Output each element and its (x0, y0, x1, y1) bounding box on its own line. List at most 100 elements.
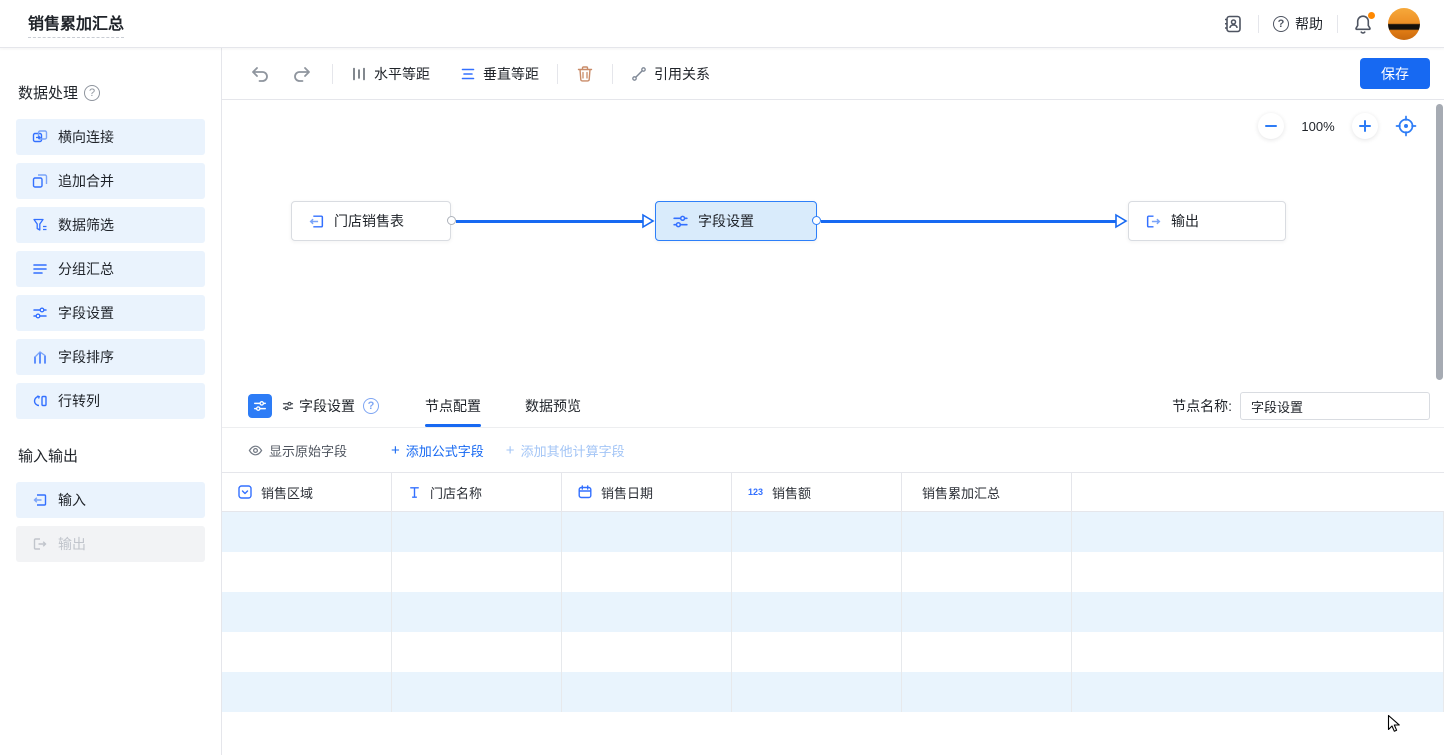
sidebar-item-append-merge[interactable]: 追加合并 (16, 163, 205, 199)
sidebar-item-join-horizontal[interactable]: 横向连接 (16, 119, 205, 155)
sidebar-item-input[interactable]: 输入 (16, 482, 205, 518)
cell (902, 632, 1072, 672)
table-row[interactable] (222, 512, 1444, 552)
field-table: 销售区域 门店名称 销售日期 123 销售额 销售累加汇总 (222, 472, 1444, 712)
node-type-text: 字段设置 (299, 396, 355, 416)
edge-arrowhead (641, 213, 655, 229)
cell (732, 672, 902, 712)
node-label: 输出 (1171, 211, 1199, 231)
section-title: 数据处理 (18, 82, 78, 103)
field-settings-icon (672, 213, 689, 230)
horizontal-spacing-button[interactable]: 水平等距 (351, 64, 430, 84)
node-name-field: 节点名称: (1172, 392, 1430, 420)
output-icon (32, 536, 48, 552)
cell (1072, 592, 1444, 632)
undo-button[interactable] (248, 63, 270, 85)
field-settings-icon (32, 305, 48, 321)
main-area: 水平等距 垂直等距 引用关系 保存 100% (222, 48, 1444, 755)
tab-data-preview[interactable]: 数据预览 (525, 385, 581, 427)
sidebar: 数据处理 ? 横向连接 追加合并 数据筛选 分组汇总 字段设置 字段排序 (0, 48, 222, 755)
zoom-in-button[interactable] (1352, 113, 1378, 139)
cell (392, 552, 562, 592)
input-icon (32, 492, 48, 508)
vertical-spacing-button[interactable]: 垂直等距 (460, 64, 539, 84)
help-button[interactable]: ? 帮助 (1273, 14, 1323, 34)
node-output[interactable]: 输出 (1128, 201, 1286, 241)
horizontal-spacing-label: 水平等距 (374, 64, 430, 84)
show-original-fields-button[interactable]: 显示原始字段 (248, 441, 347, 460)
input-icon (308, 213, 325, 230)
table-row[interactable] (222, 632, 1444, 672)
sidebar-item-field-sort[interactable]: 字段排序 (16, 339, 205, 375)
add-formula-field-button[interactable]: + 添加公式字段 (391, 441, 484, 460)
text-type-icon (408, 486, 421, 499)
delete-node-button[interactable] (576, 65, 594, 83)
sidebar-section-data-processing: 数据处理 ? (18, 82, 205, 103)
divider (332, 64, 333, 84)
sidebar-item-row-to-column[interactable]: 行转列 (16, 383, 205, 419)
eye-icon (248, 443, 263, 458)
reference-relation-button[interactable]: 引用关系 (631, 64, 710, 84)
cell (392, 592, 562, 632)
node-type-label: 字段设置 (282, 396, 355, 416)
zoom-out-button[interactable] (1258, 113, 1284, 139)
flow-canvas[interactable]: 100% 门店销售表 (222, 100, 1444, 385)
group-summary-icon (32, 261, 48, 277)
column-header-sales-amount[interactable]: 123 销售额 (732, 473, 902, 511)
top-bar: 销售累加汇总 ? 帮助 (0, 0, 1444, 48)
node-input-table[interactable]: 门店销售表 (291, 201, 451, 241)
field-settings-mini-icon (282, 400, 294, 412)
cell (562, 552, 732, 592)
append-merge-icon (32, 173, 48, 189)
sidebar-item-label: 横向连接 (58, 127, 114, 147)
canvas-vertical-scrollbar[interactable] (1436, 104, 1443, 380)
cell (222, 592, 392, 632)
page-title[interactable]: 销售累加汇总 (28, 10, 124, 38)
node-panel-header: 字段设置 ? 节点配置 数据预览 节点名称: (222, 385, 1444, 428)
field-table-header: 销售区域 门店名称 销售日期 123 销售额 销售累加汇总 (222, 472, 1444, 512)
node-output-port[interactable] (812, 216, 821, 225)
sidebar-item-label: 字段排序 (58, 347, 114, 367)
sidebar-item-group-summary[interactable]: 分组汇总 (16, 251, 205, 287)
add-formula-field-label: 添加公式字段 (406, 441, 484, 460)
divider (1337, 15, 1338, 33)
sidebar-item-filter[interactable]: 数据筛选 (16, 207, 205, 243)
field-actions-row: 显示原始字段 + 添加公式字段 + 添加其他计算字段 (222, 428, 1444, 472)
column-header-empty (1072, 473, 1444, 511)
column-label: 销售区域 (261, 483, 313, 502)
table-row[interactable] (222, 592, 1444, 632)
table-row[interactable] (222, 552, 1444, 592)
cell (222, 632, 392, 672)
notification-bell-icon[interactable] (1352, 13, 1374, 35)
redo-button[interactable] (292, 63, 314, 85)
filter-icon (32, 217, 48, 233)
sidebar-item-label: 数据筛选 (58, 215, 114, 235)
tab-node-config[interactable]: 节点配置 (425, 385, 481, 427)
user-avatar[interactable] (1388, 8, 1420, 40)
cell (1072, 552, 1444, 592)
sidebar-item-field-settings[interactable]: 字段设置 (16, 295, 205, 331)
column-header-sales-cumulative[interactable]: 销售累加汇总 (902, 473, 1072, 511)
fit-view-button[interactable] (1394, 114, 1418, 138)
vertical-spacing-label: 垂直等距 (483, 64, 539, 84)
reference-relation-icon (631, 66, 647, 82)
cell (562, 632, 732, 672)
cell (392, 632, 562, 672)
cell (732, 632, 902, 672)
horizontal-spacing-icon (351, 66, 367, 82)
reference-relation-label: 引用关系 (654, 64, 710, 84)
panel-help-icon[interactable]: ? (363, 398, 379, 414)
table-row[interactable] (222, 672, 1444, 712)
column-header-sales-region[interactable]: 销售区域 (222, 473, 392, 511)
node-field-settings[interactable]: 字段设置 (655, 201, 817, 241)
contact-book-icon[interactable] (1222, 13, 1244, 35)
node-name-input[interactable] (1240, 392, 1430, 420)
node-output-port[interactable] (447, 216, 456, 225)
section-title: 输入输出 (18, 445, 78, 466)
column-header-store-name[interactable]: 门店名称 (392, 473, 562, 511)
section-help-icon[interactable]: ? (84, 85, 100, 101)
canvas-toolbar: 水平等距 垂直等距 引用关系 保存 (222, 48, 1444, 100)
panel-tabs: 节点配置 数据预览 (425, 385, 581, 427)
save-button[interactable]: 保存 (1360, 58, 1430, 89)
column-header-sales-date[interactable]: 销售日期 (562, 473, 732, 511)
